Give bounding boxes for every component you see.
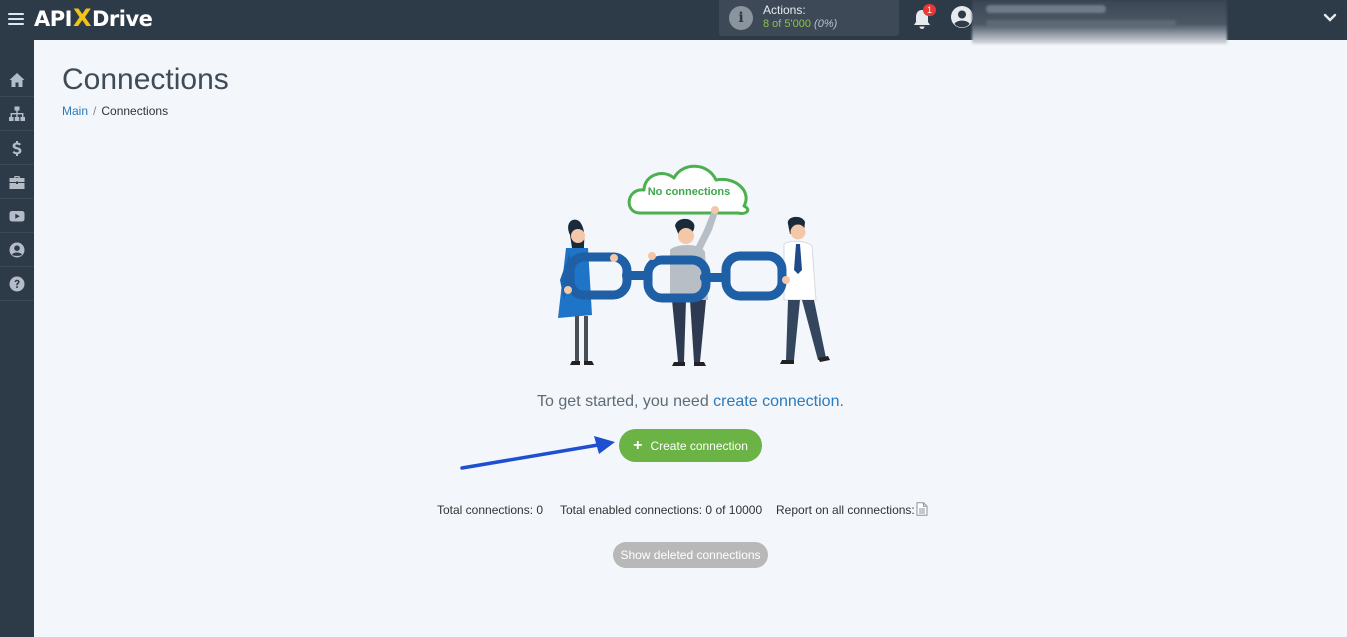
- breadcrumb-separator: /: [93, 104, 97, 118]
- home-icon: [9, 72, 25, 87]
- actions-counter[interactable]: i Actions: 8 of 5'000 (0%): [719, 0, 899, 36]
- dollar-icon: [12, 140, 22, 156]
- total-connections: Total connections: 0: [437, 503, 544, 517]
- page-title: Connections: [62, 63, 229, 96]
- breadcrumb: Main / Connections: [62, 104, 168, 118]
- show-deleted-connections-button[interactable]: Show deleted connections: [613, 542, 768, 568]
- create-connection-link[interactable]: create connection: [713, 393, 839, 410]
- arrow-annotation-icon: [460, 436, 615, 470]
- sitemap-icon: [9, 106, 25, 121]
- sidebar-item-profile[interactable]: [0, 233, 34, 267]
- user-circle-icon: [9, 242, 25, 257]
- person-middle: [670, 206, 719, 366]
- report-label: Report on all connections:: [776, 503, 915, 517]
- apixdrive-logo[interactable]: API X Drive: [34, 4, 153, 34]
- document-icon[interactable]: [916, 502, 928, 516]
- user-avatar-icon[interactable]: [951, 6, 973, 28]
- sidebar: [0, 40, 34, 637]
- cloud-label: No connections: [648, 186, 731, 198]
- person-right: [780, 216, 830, 364]
- chevron-down-icon[interactable]: [1322, 10, 1338, 26]
- sidebar-item-structure[interactable]: [0, 97, 34, 131]
- info-icon: i: [729, 6, 753, 30]
- actions-value: 8 of 5'000 (0%): [763, 18, 837, 30]
- question-icon: [9, 276, 25, 291]
- intro-text-prefix: To get started, you need: [537, 393, 714, 410]
- plus-icon: +: [633, 436, 643, 454]
- actions-label: Actions:: [763, 3, 806, 17]
- sidebar-item-help[interactable]: [0, 267, 34, 301]
- breadcrumb-current: Connections: [101, 104, 169, 118]
- create-connection-button[interactable]: + Create connection: [619, 429, 762, 462]
- breadcrumb-main-link[interactable]: Main: [62, 104, 88, 118]
- sidebar-item-briefcase[interactable]: [0, 165, 34, 199]
- top-bar: API X Drive i Actions: 8 of 5'000 (0%) 1: [0, 0, 1347, 44]
- logo-text-left: API: [34, 7, 72, 31]
- sidebar-item-billing[interactable]: [0, 131, 34, 165]
- notification-badge: 1: [923, 4, 936, 16]
- no-connections-illustration: No connections: [558, 164, 830, 366]
- sidebar-item-video[interactable]: [0, 199, 34, 233]
- intro-text-end: .: [839, 393, 844, 410]
- briefcase-icon: [9, 175, 25, 189]
- video-icon: [9, 210, 25, 221]
- total-enabled-connections: Total enabled connections: 0 of 10000: [560, 503, 763, 517]
- actions-percent: (0%): [814, 18, 838, 30]
- logo-text-right: Drive: [91, 7, 153, 31]
- hamburger-menu-icon[interactable]: [8, 10, 24, 30]
- intro-text: To get started, you need create connecti…: [0, 393, 1347, 411]
- actions-count: 8 of 5'000: [763, 18, 811, 30]
- sidebar-item-home[interactable]: [0, 63, 34, 97]
- logo-text-x: X: [72, 4, 92, 32]
- user-info-blurred[interactable]: [972, 0, 1227, 44]
- create-connection-label: Create connection: [650, 438, 748, 453]
